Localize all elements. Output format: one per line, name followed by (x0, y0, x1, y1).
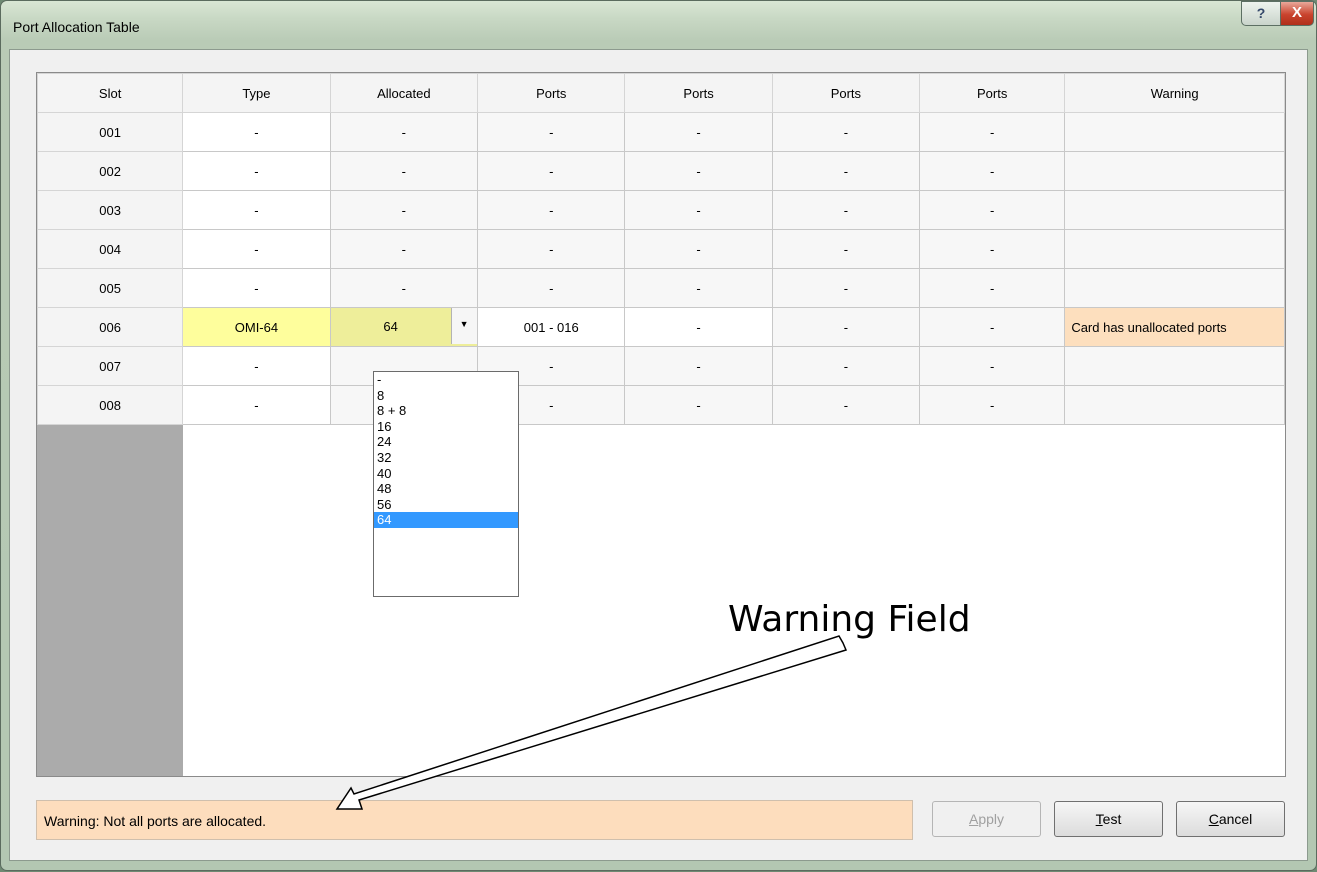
dialog-window: Port Allocation Table ? X Slot Type Allo… (0, 0, 1317, 871)
annotation-arrow-icon (335, 635, 848, 810)
